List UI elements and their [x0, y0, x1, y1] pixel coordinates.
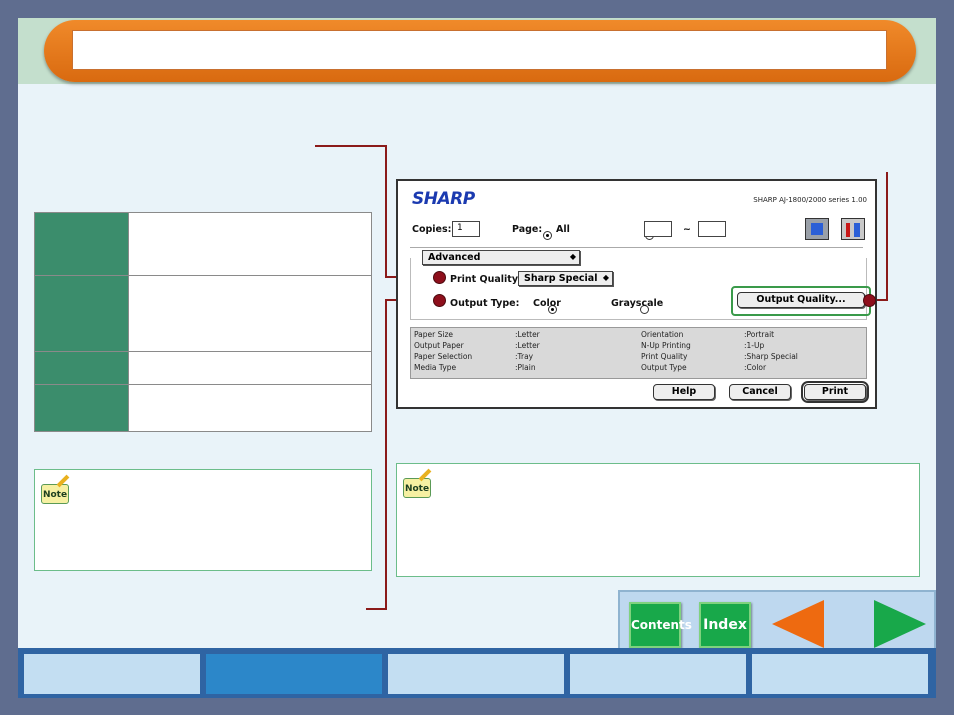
- summary-value: :Letter: [515, 330, 540, 339]
- summary-value: :Letter: [515, 341, 540, 350]
- leader-line: [315, 145, 386, 147]
- table-key-cell: [34, 212, 129, 276]
- print-quality-label: Print Quality:: [450, 274, 522, 285]
- popup-arrows-icon: ◆: [602, 273, 609, 282]
- tools-icon[interactable]: [841, 218, 865, 240]
- summary-value: :Sharp Special: [744, 352, 798, 361]
- summary-value: :Plain: [515, 363, 536, 372]
- output-color-label: Color: [533, 298, 561, 309]
- title-field: [72, 30, 887, 70]
- page-from-input[interactable]: [644, 221, 672, 237]
- table-value-cell: [128, 275, 372, 352]
- page-to-input[interactable]: [698, 221, 726, 237]
- driver-version: SHARP AJ-1800/2000 series 1.00: [753, 196, 867, 204]
- leader-line: [385, 299, 387, 610]
- bottom-tab-4[interactable]: [570, 654, 746, 694]
- summary-key: Orientation: [641, 330, 684, 339]
- note-label: Note: [404, 484, 430, 494]
- bottom-tab-5[interactable]: [752, 654, 928, 694]
- bottom-tab-bar: [18, 648, 936, 698]
- note-icon: Note: [41, 484, 69, 504]
- summary-key: Paper Size: [414, 330, 454, 339]
- table-row: [34, 275, 372, 352]
- table-row: [34, 351, 372, 385]
- output-type-label: Output Type:: [450, 298, 520, 309]
- contents-button[interactable]: Contents: [629, 602, 692, 648]
- page-all-radio[interactable]: [543, 231, 552, 240]
- table-row: [34, 384, 372, 432]
- note-box-right: Note: [396, 463, 920, 577]
- note-icon: Note: [403, 478, 431, 498]
- output-quality-button[interactable]: Output Quality...: [737, 292, 865, 308]
- printer-icon[interactable]: [805, 218, 829, 240]
- table-row: [34, 212, 372, 276]
- nav-panel: Contents Index: [618, 590, 936, 652]
- table-value-cell: [128, 212, 372, 276]
- summary-value: :Portrait: [744, 330, 775, 339]
- callout-dot-output-quality: [863, 294, 876, 307]
- summary-key: Output Paper: [414, 341, 464, 350]
- summary-key: Print Quality: [641, 352, 688, 361]
- print-dialog: SHARP SHARP AJ-1800/2000 series 1.00 Cop…: [396, 179, 877, 409]
- table-key-cell: [34, 351, 129, 385]
- table-key-cell: [34, 384, 129, 432]
- leader-line: [886, 172, 888, 300]
- index-button[interactable]: Index: [699, 602, 751, 648]
- callout-dot-output-type: [433, 294, 446, 307]
- summary-key: Media Type: [414, 363, 457, 372]
- copies-input[interactable]: 1: [452, 221, 480, 237]
- bottom-tab-3[interactable]: [388, 654, 564, 694]
- cancel-button[interactable]: Cancel: [729, 384, 791, 400]
- previous-arrow-icon[interactable]: [772, 600, 824, 648]
- print-quality-value: Sharp Special: [524, 273, 598, 284]
- output-grayscale-label: Grayscale: [611, 298, 664, 309]
- next-arrow-icon[interactable]: [874, 600, 926, 648]
- leader-line: [366, 608, 387, 610]
- settings-summary: Paper Size :Letter Orientation :Portrait…: [410, 327, 867, 379]
- copies-label: Copies:: [412, 224, 452, 235]
- print-quality-popup[interactable]: Sharp Special ◆: [518, 271, 613, 286]
- page-range-separator: ~: [683, 224, 691, 235]
- summary-key: N-Up Printing: [641, 341, 691, 350]
- page-all-label: All: [556, 224, 570, 235]
- page-label: Page:: [512, 224, 543, 235]
- summary-value: :Color: [744, 363, 767, 372]
- summary-key: Output Type: [641, 363, 687, 372]
- settings-table: [34, 212, 372, 432]
- summary-key: Paper Selection: [414, 352, 473, 361]
- callout-dot-print-quality: [433, 271, 446, 284]
- bottom-tab-2[interactable]: [206, 654, 382, 694]
- table-value-cell: [128, 384, 372, 432]
- table-value-cell: [128, 351, 372, 385]
- note-box-left: Note: [34, 469, 372, 571]
- print-button[interactable]: Print: [801, 381, 869, 403]
- help-button[interactable]: Help: [653, 384, 715, 400]
- summary-value: :1-Up: [744, 341, 765, 350]
- note-label: Note: [42, 490, 68, 500]
- summary-value: :Tray: [515, 352, 534, 361]
- sharp-logo: SHARP: [412, 189, 475, 209]
- divider: [410, 247, 863, 248]
- bottom-tab-1[interactable]: [24, 654, 200, 694]
- leader-line: [385, 145, 387, 277]
- table-key-cell: [34, 275, 129, 352]
